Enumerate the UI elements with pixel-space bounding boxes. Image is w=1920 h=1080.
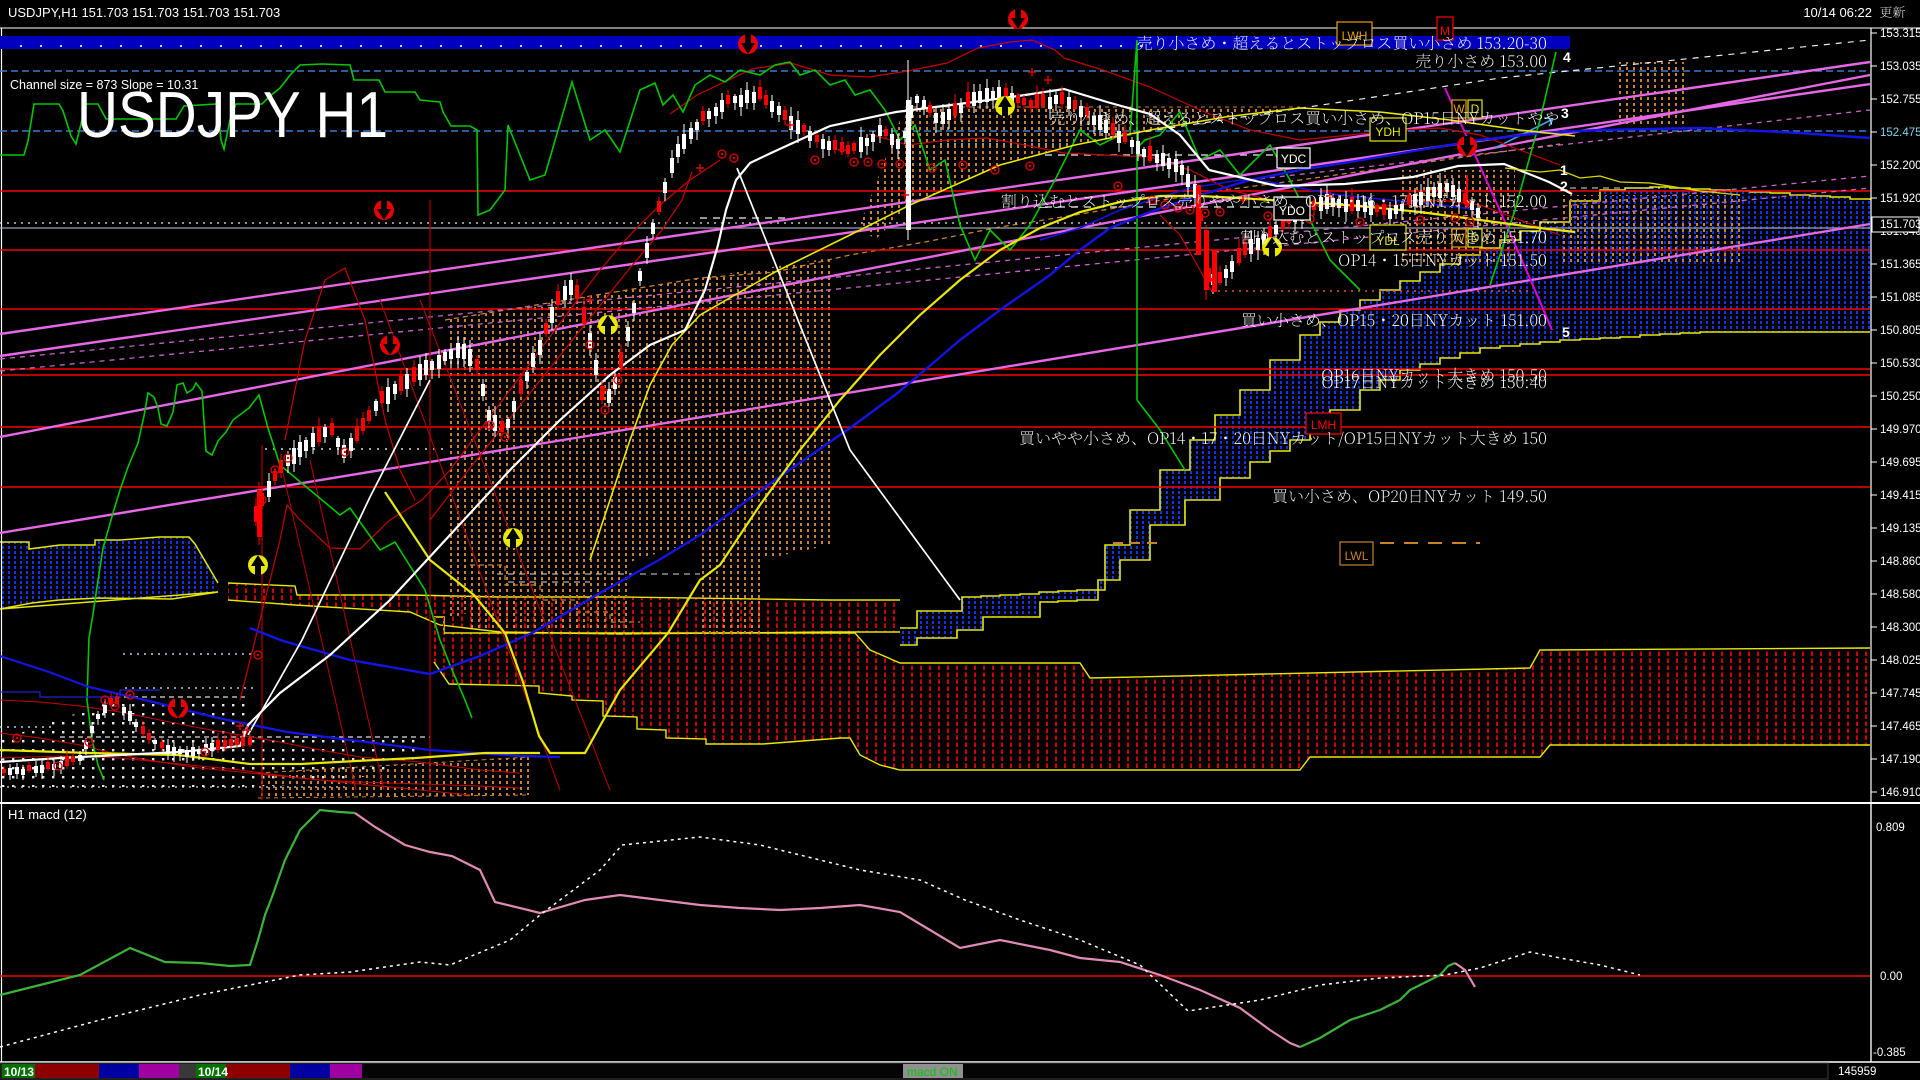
svg-text:150.805: 150.805 xyxy=(1880,325,1920,337)
svg-text:153.035: 153.035 xyxy=(1880,61,1920,73)
svg-text:4: 4 xyxy=(1563,49,1571,65)
svg-text:147.465: 147.465 xyxy=(1880,721,1920,733)
svg-text:-0.385: -0.385 xyxy=(1873,1047,1906,1059)
svg-text:149.695: 149.695 xyxy=(1880,457,1920,469)
svg-text:10/14 06:22: 10/14 06:22 xyxy=(1803,5,1872,20)
svg-text:150.250: 150.250 xyxy=(1880,391,1920,403)
svg-text:M: M xyxy=(1440,24,1450,38)
svg-text:LMH: LMH xyxy=(1311,418,1336,432)
svg-text:USDJPY,H1 151.703 151.703 151: USDJPY,H1 151.703 151.703 151.703 151.70… xyxy=(8,5,280,20)
svg-text:151.085: 151.085 xyxy=(1880,292,1920,304)
svg-text:153.315: 153.315 xyxy=(1880,28,1920,40)
svg-text:D: D xyxy=(1471,102,1480,116)
svg-text:147.745: 147.745 xyxy=(1880,688,1920,700)
svg-text:150.530: 150.530 xyxy=(1880,358,1920,370)
svg-text:H1 macd (12): H1 macd (12) xyxy=(8,807,87,822)
svg-text:146.910: 146.910 xyxy=(1880,787,1920,799)
svg-text:152.200: 152.200 xyxy=(1880,160,1920,172)
svg-text:152.755: 152.755 xyxy=(1880,94,1920,106)
svg-text:149.970: 149.970 xyxy=(1880,424,1920,436)
svg-text:151.365: 151.365 xyxy=(1880,259,1920,271)
svg-text:152.475: 152.475 xyxy=(1880,127,1920,139)
svg-text:151.920: 151.920 xyxy=(1880,193,1920,205)
svg-text:145959: 145959 xyxy=(1838,1066,1876,1078)
svg-text:0.809: 0.809 xyxy=(1876,822,1905,834)
svg-text:10/13: 10/13 xyxy=(4,1065,34,1079)
svg-text:macd ON: macd ON xyxy=(907,1065,958,1079)
svg-text:LWL: LWL xyxy=(1345,549,1369,563)
svg-text:YDC: YDC xyxy=(1281,152,1307,166)
svg-text:10/14: 10/14 xyxy=(198,1065,228,1079)
svg-text:2: 2 xyxy=(1560,178,1568,194)
svg-text:148.580: 148.580 xyxy=(1880,589,1920,601)
svg-text:147.190: 147.190 xyxy=(1880,754,1920,766)
svg-text:151.703: 151.703 xyxy=(1880,219,1920,231)
svg-text:149.135: 149.135 xyxy=(1880,523,1920,535)
svg-text:YDH: YDH xyxy=(1375,125,1400,139)
svg-text:148.860: 148.860 xyxy=(1880,556,1920,568)
svg-text:1: 1 xyxy=(1560,162,1568,178)
svg-text:LWH: LWH xyxy=(1342,29,1368,43)
svg-text:3: 3 xyxy=(1561,105,1569,121)
svg-text:148.025: 148.025 xyxy=(1880,655,1920,667)
svg-text:149.415: 149.415 xyxy=(1880,490,1920,502)
svg-text:148.300: 148.300 xyxy=(1880,622,1920,634)
svg-text:USDJPY H1: USDJPY H1 xyxy=(77,78,388,151)
svg-text:0.00: 0.00 xyxy=(1880,971,1902,983)
svg-text:5: 5 xyxy=(1562,324,1570,340)
